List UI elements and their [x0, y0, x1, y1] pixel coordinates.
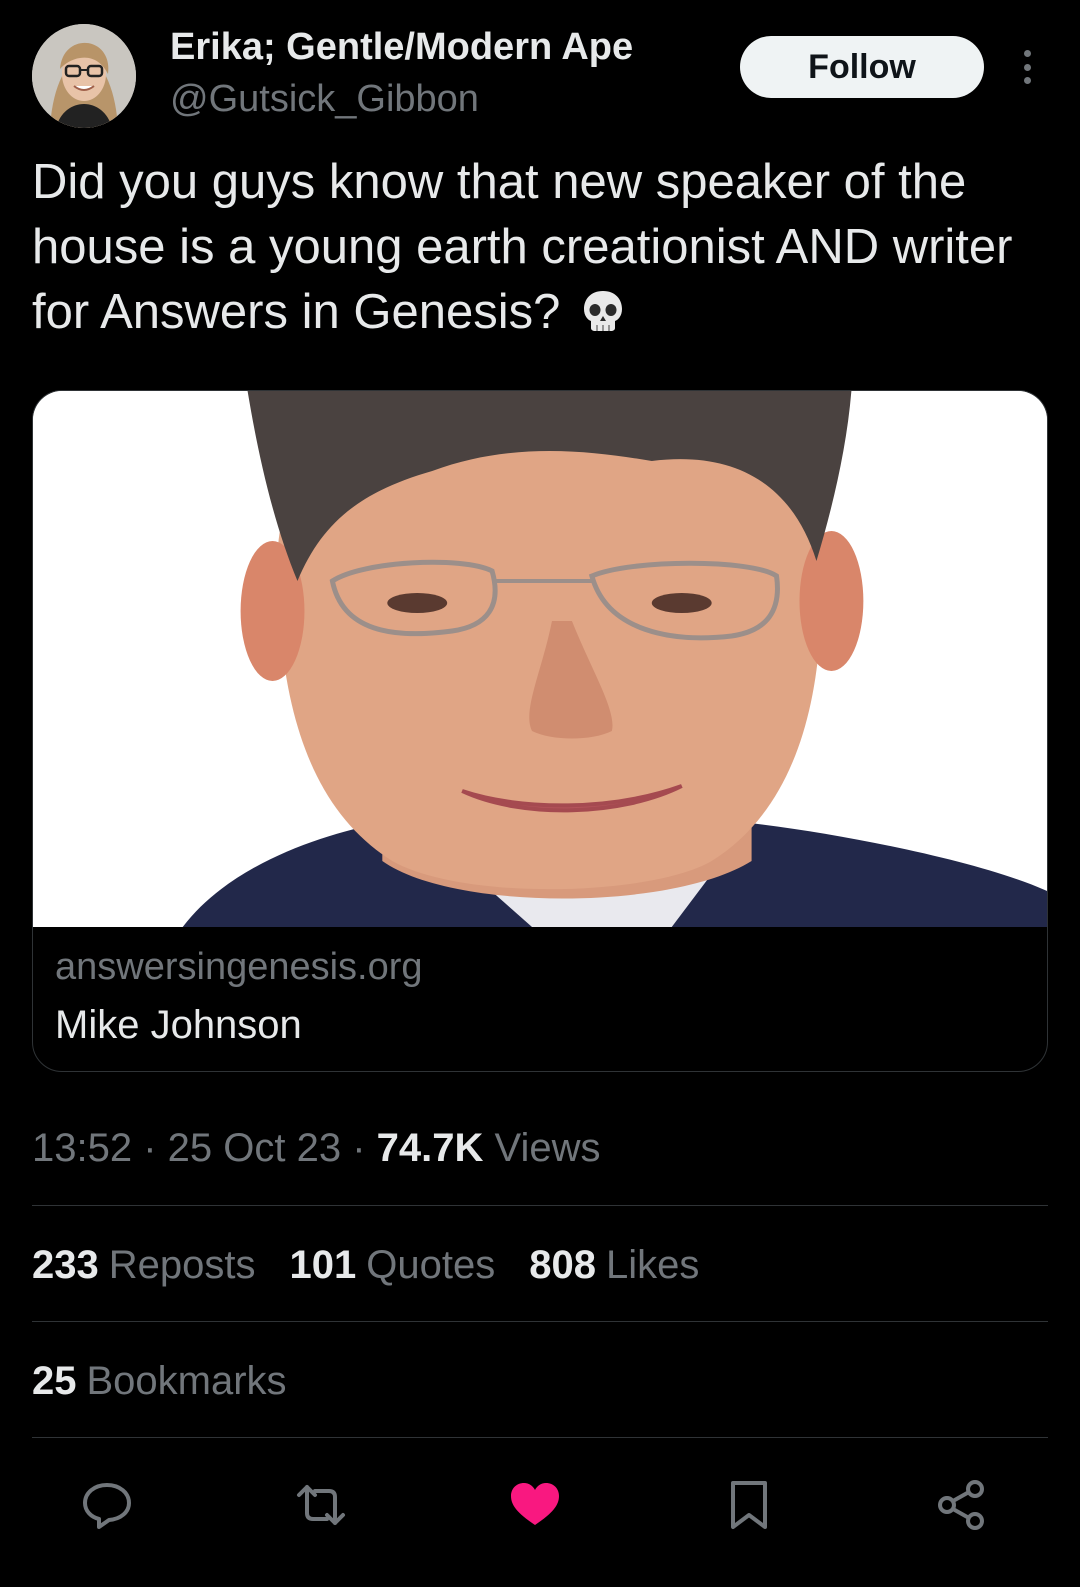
- portrait-photo: [33, 391, 1047, 927]
- more-dot: [1023, 77, 1031, 84]
- author-avatar[interactable]: [32, 24, 136, 128]
- author-name[interactable]: Erika; Gentle/Modern Ape: [170, 26, 633, 69]
- engagement-stats: 233 Reposts 101 Quotes 808 Likes: [32, 1243, 699, 1288]
- link-preview-card[interactable]: answersingenesis.org Mike Johnson: [32, 390, 1048, 1072]
- bookmark-icon: [731, 1481, 767, 1529]
- share-icon: [938, 1480, 984, 1530]
- more-dot: [1023, 63, 1031, 71]
- follow-button[interactable]: Follow: [740, 36, 984, 98]
- meta-separator: ·: [341, 1126, 377, 1170]
- likes-stat[interactable]: 808 Likes: [529, 1243, 699, 1288]
- author-handle[interactable]: @Gutsick_Gibbon: [170, 78, 479, 121]
- tweet-meta: 13:52 · 25 Oct 23 · 74.7K Views: [32, 1126, 600, 1171]
- views-label: Views: [483, 1126, 601, 1170]
- likes-count: 808: [529, 1243, 596, 1287]
- bookmarks-stat[interactable]: 25 Bookmarks: [32, 1359, 287, 1404]
- like-icon: [511, 1483, 559, 1525]
- likes-label: Likes: [605, 1243, 700, 1287]
- divider: [32, 1437, 1048, 1438]
- bookmarks-count: 25: [32, 1359, 77, 1403]
- views-count[interactable]: 74.7K: [377, 1126, 484, 1170]
- skull-icon: [583, 291, 622, 331]
- quotes-stat[interactable]: 101 Quotes: [290, 1243, 496, 1288]
- bookmark-button[interactable]: [714, 1470, 784, 1540]
- reposts-count: 233: [32, 1243, 99, 1287]
- more-options-icon[interactable]: [1012, 46, 1042, 88]
- divider: [32, 1321, 1048, 1322]
- repost-button[interactable]: [286, 1470, 356, 1540]
- action-bar: [0, 1470, 1080, 1560]
- bookmarks-label: Bookmarks: [86, 1359, 287, 1403]
- share-button[interactable]: [926, 1470, 996, 1540]
- tweet-date[interactable]: 25 Oct 23: [168, 1126, 341, 1170]
- divider: [32, 1205, 1048, 1206]
- quotes-label: Quotes: [366, 1243, 496, 1287]
- more-dot: [1023, 50, 1031, 57]
- reply-button[interactable]: [72, 1470, 142, 1540]
- card-title: Mike Johnson: [55, 1003, 302, 1047]
- tweet-text: Did you guys know that new speaker of th…: [32, 150, 1042, 345]
- tweet-detail-page: Erika; Gentle/Modern Ape @Gutsick_Gibbon…: [0, 0, 1080, 1587]
- like-button[interactable]: [500, 1470, 570, 1540]
- reposts-stat[interactable]: 233 Reposts: [32, 1243, 256, 1288]
- repost-icon: [297, 1485, 345, 1525]
- card-image: [33, 391, 1047, 927]
- reposts-label: Reposts: [108, 1243, 256, 1287]
- quotes-count: 101: [289, 1243, 357, 1287]
- card-domain: answersingenesis.org: [55, 946, 423, 988]
- reply-icon: [83, 1483, 131, 1529]
- meta-separator: ·: [132, 1126, 168, 1170]
- tweet-time[interactable]: 13:52: [32, 1126, 132, 1170]
- avatar-photo: [32, 24, 136, 128]
- tweet-text-body: Did you guys know that new speaker of th…: [32, 155, 1013, 339]
